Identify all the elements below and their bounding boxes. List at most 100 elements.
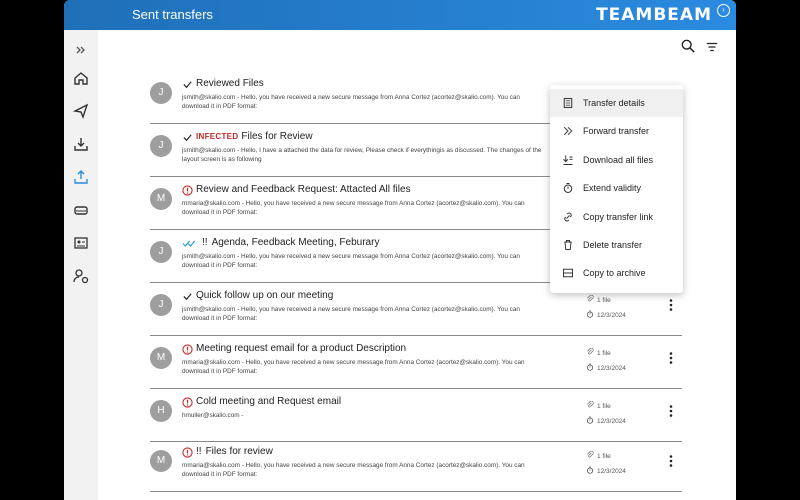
stopwatch-icon [586, 363, 594, 371]
stopwatch-icon [586, 416, 594, 424]
document-details-icon [562, 97, 574, 109]
file-count-text: 1 file [597, 403, 611, 410]
menu-item-extend-validity[interactable]: Extend validity [550, 174, 683, 202]
paperclip-icon [587, 347, 594, 355]
check-icon [182, 290, 193, 302]
file-count-text: 1 file [597, 350, 611, 357]
transfer-subject: !! Files for review [196, 446, 273, 457]
infected-badge: INFECTED [196, 132, 239, 141]
archive-icon [562, 267, 574, 279]
subject-text: Agenda, Feedback Meeting, Feburary [211, 237, 380, 248]
transfer-row[interactable]: M Meeting request email for a product Des… [150, 337, 682, 389]
transfer-preview: jsmith@skalio.com - Hello, you have rece… [182, 94, 520, 110]
menu-item-forward-transfer[interactable]: Forward transfer [550, 117, 683, 145]
drive-icon[interactable] [73, 202, 89, 218]
file-count-text: 1 file [597, 453, 611, 460]
page-title: Sent transfers [132, 7, 213, 22]
avatar: J [150, 135, 172, 157]
transfer-subject: Review and Feedback Request: Attacted Al… [196, 184, 411, 195]
app-window: Sent transfers TEAMBEAM › J Reviewed File… [64, 0, 736, 500]
alert-icon [182, 343, 193, 355]
transfer-subject: Meeting request email for a product Desc… [196, 343, 406, 354]
paper-plane-icon[interactable] [72, 103, 89, 120]
transfer-subject: Quick follow up on our meeting [196, 290, 333, 301]
subject-text: Reviewed Files [196, 78, 264, 89]
paperclip-icon [587, 400, 594, 408]
menu-item-copy-to-archive[interactable]: Copy to archive [550, 259, 683, 287]
transfer-preview: mmaria@skalio.com - Hello, you have rece… [182, 359, 525, 375]
alert-icon [182, 184, 193, 196]
transfer-row[interactable]: M!! Files for review mmaria@skalio.com - H… [150, 440, 682, 492]
menu-item-download-all-files[interactable]: Download all files [550, 146, 683, 174]
more-options-icon[interactable] [668, 298, 674, 312]
brand-logo-mark-icon: › [717, 4, 730, 17]
file-count-text: 1 file [597, 297, 611, 304]
more-options-icon[interactable] [668, 351, 674, 365]
transfer-preview: mmaria@skalio.com - Hello, you have rece… [182, 462, 525, 478]
subject-text: Review and Feedback Request: Attacted Al… [196, 184, 411, 195]
more-options-icon[interactable] [668, 454, 674, 468]
double-chevron-right-icon[interactable] [73, 42, 89, 58]
transfer-subject: Reviewed Files [196, 78, 264, 89]
avatar: J [150, 82, 172, 104]
subject-text: Cold meeting and Request email [196, 396, 342, 407]
expiry-date-text: 12/3/2024 [597, 312, 626, 319]
menu-item-label: Download all files [583, 154, 654, 165]
search-icon[interactable] [681, 39, 695, 53]
transfer-context-menu: Transfer details Forward transfer Download… [550, 85, 683, 293]
menu-item-delete-transfer[interactable]: Delete transfer [550, 231, 683, 259]
menu-item-label: Transfer details [583, 98, 645, 108]
inbox-download-icon[interactable] [73, 136, 89, 152]
menu-item-label: Extend validity [583, 183, 642, 194]
stopwatch-icon [586, 310, 594, 318]
transfer-preview: hmuller@skalio.com - [182, 412, 244, 419]
transfer-subject: !! Agenda, Feedback Meeting, Feburary [202, 237, 379, 248]
file-count: 1 file [586, 400, 611, 410]
menu-item-label: Delete transfer [583, 240, 643, 250]
paperclip-icon [587, 294, 594, 302]
transfer-preview: mmaria@skalio.com - Hello, you have rece… [182, 200, 525, 216]
paperclip-icon [587, 450, 594, 458]
avatar: M [150, 347, 172, 369]
more-options-icon[interactable] [668, 404, 674, 418]
transfer-row[interactable]: H Cold meeting and Request email hmuller@s… [150, 390, 682, 442]
check-icon [182, 78, 193, 90]
avatar: H [150, 400, 172, 422]
subject-text: Files for Review [241, 131, 313, 142]
brand-logo: TEAMBEAM [596, 5, 712, 25]
menu-item-copy-transfer-link[interactable]: Copy transfer link [550, 203, 683, 231]
transfer-subject: INFECTED Files for Review [196, 131, 313, 142]
subject-text: Meeting request email for a product Desc… [196, 343, 407, 354]
download-all-icon [562, 154, 574, 166]
transfer-preview: jsmith@skalio.com - Hello, I have a atta… [182, 147, 542, 163]
expiry-date: 12/3/2024 [586, 466, 626, 475]
expiry-date-text: 12/3/2024 [597, 468, 626, 475]
menu-item-label: Forward transfer [583, 126, 650, 137]
transfer-preview: jsmith@skalio.com - Hello, you have rece… [182, 306, 520, 322]
home-icon[interactable] [73, 70, 89, 86]
file-count: 1 file [586, 347, 611, 357]
avatar: M [150, 188, 172, 210]
transfer-preview: jsmith@skalio.com - Hello, you have rece… [182, 253, 520, 269]
user-settings-icon[interactable] [73, 268, 89, 284]
subject-text: Files for review [205, 446, 273, 457]
contact-card-icon[interactable] [73, 235, 89, 251]
sort-icon[interactable] [705, 40, 719, 54]
file-count: 1 file [586, 294, 611, 304]
expiry-date-text: 12/3/2024 [597, 418, 626, 425]
expiry-date: 12/3/2024 [586, 310, 626, 319]
transfer-subject: Cold meeting and Request email [196, 396, 341, 407]
avatar: J [150, 294, 172, 316]
upload-tray-icon[interactable] [73, 169, 89, 185]
double-chevron-right-icon [562, 125, 574, 137]
menu-item-label: Copy to archive [583, 268, 646, 279]
alert-icon [182, 446, 193, 458]
avatar: J [150, 241, 172, 263]
importance-marker: !! [196, 446, 202, 457]
link-icon [562, 211, 574, 223]
subject-text: Quick follow up on our meeting [196, 290, 334, 301]
menu-item-transfer-details[interactable]: Transfer details [550, 89, 683, 117]
expiry-date: 12/3/2024 [586, 363, 626, 372]
menu-item-label: Copy transfer link [583, 211, 654, 222]
importance-marker: !! [202, 237, 208, 248]
